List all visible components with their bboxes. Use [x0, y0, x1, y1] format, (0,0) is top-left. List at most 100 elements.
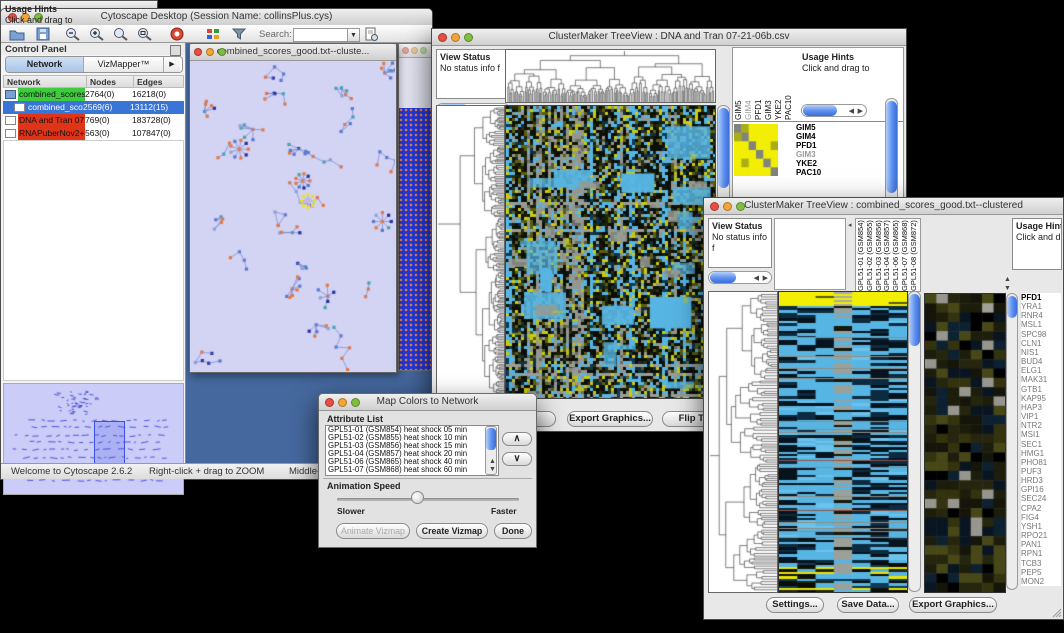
v-scrollbar[interactable] — [908, 291, 921, 592]
scrollbar-thumb[interactable] — [909, 294, 920, 346]
open-file-icon[interactable] — [9, 27, 25, 41]
tab-network[interactable]: Network — [6, 57, 84, 72]
network-view-window[interactable]: combined_scores_good.txt--cluste... — [189, 43, 397, 373]
zoom-button[interactable] — [218, 48, 226, 56]
zoom-button[interactable] — [464, 33, 473, 42]
array-label: GPL51-04 (GSM857) — [882, 219, 891, 291]
zoom-fit-icon[interactable] — [137, 27, 153, 41]
scrollbar-thumb[interactable] — [1007, 296, 1017, 318]
minimize-button[interactable] — [338, 398, 347, 407]
network-table-row[interactable]: combined_sco2569(6)13112(15) — [3, 101, 184, 114]
scroll-down-icon[interactable]: ▼ — [489, 466, 496, 473]
scroll-left-icon[interactable]: ◀ — [754, 275, 759, 282]
treeview-combined-titlebar[interactable]: ClusterMaker TreeView : combined_scores_… — [704, 198, 1063, 215]
zoom-out-icon[interactable] — [65, 27, 81, 41]
v-scrollbar[interactable] — [1006, 293, 1018, 590]
scroll-up-icon[interactable]: ▲ — [1004, 276, 1011, 283]
zoom-button[interactable] — [736, 202, 745, 211]
background-window-titlebar[interactable] — [399, 44, 431, 58]
scrollbar-thumb[interactable] — [710, 272, 736, 283]
window-title: ClusterMaker TreeView : combined_scores_… — [744, 200, 1023, 211]
speed-slider-track[interactable] — [337, 498, 519, 501]
col-nodes[interactable]: Nodes — [87, 75, 134, 88]
move-down-button[interactable]: ∨ — [502, 452, 532, 466]
gene-label: PFD1 — [1021, 293, 1061, 302]
minimize-button[interactable] — [411, 47, 418, 54]
float-panel-icon[interactable] — [170, 45, 181, 56]
close-button[interactable] — [325, 398, 334, 407]
window-title: Cytoscape Desktop (Session Name: collins… — [101, 11, 333, 22]
scroll-left-icon[interactable]: ◂ — [848, 222, 852, 229]
zoom-button[interactable] — [351, 398, 360, 407]
close-button[interactable] — [194, 48, 202, 56]
save-icon[interactable] — [35, 27, 51, 41]
zoom-gene-labels: GIM5GIM4PFD1GIM3YKE2PAC10 — [796, 123, 836, 179]
attribute-item[interactable]: GPL51-07 (GSM868) heat shock 60 min — [326, 466, 498, 474]
zoom-heatmap-canvas[interactable] — [924, 293, 1006, 593]
tab-vizmapper[interactable]: VizMapper™ — [84, 57, 164, 72]
network-canvas[interactable] — [191, 61, 395, 371]
col-edges[interactable]: Edges — [134, 75, 184, 88]
column-dendrogram-canvas[interactable] — [505, 49, 716, 103]
done-button[interactable]: Done — [494, 523, 532, 539]
attribute-list[interactable]: GPL51-01 (GSM854) heat shock 05 minGPL51… — [325, 425, 499, 476]
scrollbar-thumb[interactable] — [486, 428, 496, 450]
speed-slider-thumb[interactable] — [411, 491, 424, 504]
zoom-in-icon[interactable] — [89, 27, 105, 41]
network-table-row[interactable]: combined_scores_2764(0)16218(0) — [3, 88, 184, 101]
resize-grip[interactable] — [1051, 607, 1062, 618]
import-attributes-icon[interactable] — [363, 27, 379, 41]
treeview-dna-titlebar[interactable]: ClusterMaker TreeView : DNA and Tran 07-… — [432, 29, 906, 46]
network-table-row[interactable]: RNAPuberNov2+563(0)107847(0) — [3, 127, 184, 140]
h-scrollbar[interactable]: ◀ ▶ — [708, 271, 772, 284]
dialog-titlebar[interactable]: Map Colors to Network — [319, 394, 536, 411]
search-dropdown-button[interactable]: ▼ — [347, 28, 360, 42]
col-network[interactable]: Network — [3, 75, 87, 88]
create-vizmap-button[interactable]: Create Vizmap — [416, 523, 488, 539]
close-button[interactable] — [402, 47, 409, 54]
vizmap-icon[interactable] — [205, 27, 221, 41]
network-window-titlebar[interactable]: combined_scores_good.txt--cluste... — [190, 44, 396, 61]
zoom-button[interactable] — [420, 47, 427, 54]
scrollbar-thumb[interactable] — [886, 101, 897, 193]
network-table-header: Network Nodes Edges — [3, 75, 184, 88]
move-up-button[interactable]: ∧ — [502, 432, 532, 446]
animate-vizmap-button[interactable]: Animate Vizmap — [336, 523, 410, 539]
network-window-background[interactable] — [398, 43, 432, 371]
minimize-button[interactable] — [206, 48, 214, 56]
scroll-left-icon[interactable]: ◀ — [849, 108, 854, 115]
heatmap-canvas-combined[interactable] — [778, 291, 908, 593]
scrollbar-thumb[interactable] — [718, 108, 729, 188]
filter-icon[interactable] — [231, 27, 247, 41]
array-label: GPL51-02 (GSM855) — [865, 219, 874, 291]
scrollbar-thumb[interactable] — [803, 105, 837, 116]
tab-overflow-arrow[interactable]: ▶ — [164, 57, 180, 72]
settings-button[interactable]: Settings... — [766, 597, 824, 613]
close-button[interactable] — [710, 202, 719, 211]
usage-hints-box: Usage Hints Click and drag to — [1012, 218, 1062, 270]
network-table-row[interactable]: DNA and Tran 07769(0)183728(0) — [3, 114, 184, 127]
row-dendrogram-canvas[interactable] — [708, 291, 778, 593]
scroll-right-icon[interactable]: ▶ — [858, 108, 863, 115]
zoom-selected-icon[interactable] — [113, 27, 129, 41]
viewport-rectangle[interactable] — [94, 421, 125, 465]
main-toolbar: Search: ▼ — [1, 25, 432, 43]
help-lifering-icon[interactable] — [169, 27, 185, 41]
export-graphics-button[interactable]: Export Graphics... — [567, 411, 653, 427]
search-input[interactable] — [293, 28, 349, 42]
scroll-up-icon[interactable]: ▲ — [489, 458, 496, 465]
save-data-button[interactable]: Save Data... — [837, 597, 899, 613]
row-dendrogram-canvas[interactable] — [436, 105, 505, 399]
heatmap-canvas-dna[interactable] — [505, 105, 716, 399]
export-graphics-button[interactable]: Export Graphics... — [909, 597, 997, 613]
minimize-button[interactable] — [723, 202, 732, 211]
correlation-matrix-canvas[interactable] — [734, 124, 778, 176]
dense-network-grid[interactable] — [399, 108, 431, 370]
v-scrollbar[interactable]: ▲ ▼ — [485, 426, 497, 475]
scroll-down-icon[interactable]: ▼ — [1004, 285, 1011, 292]
close-button[interactable] — [438, 33, 447, 42]
scroll-right-icon[interactable]: ▶ — [763, 275, 768, 282]
h-scrollbar[interactable]: ◀ ▶ — [801, 104, 867, 117]
minimize-button[interactable] — [451, 33, 460, 42]
column-dendrogram-area[interactable] — [774, 218, 846, 290]
